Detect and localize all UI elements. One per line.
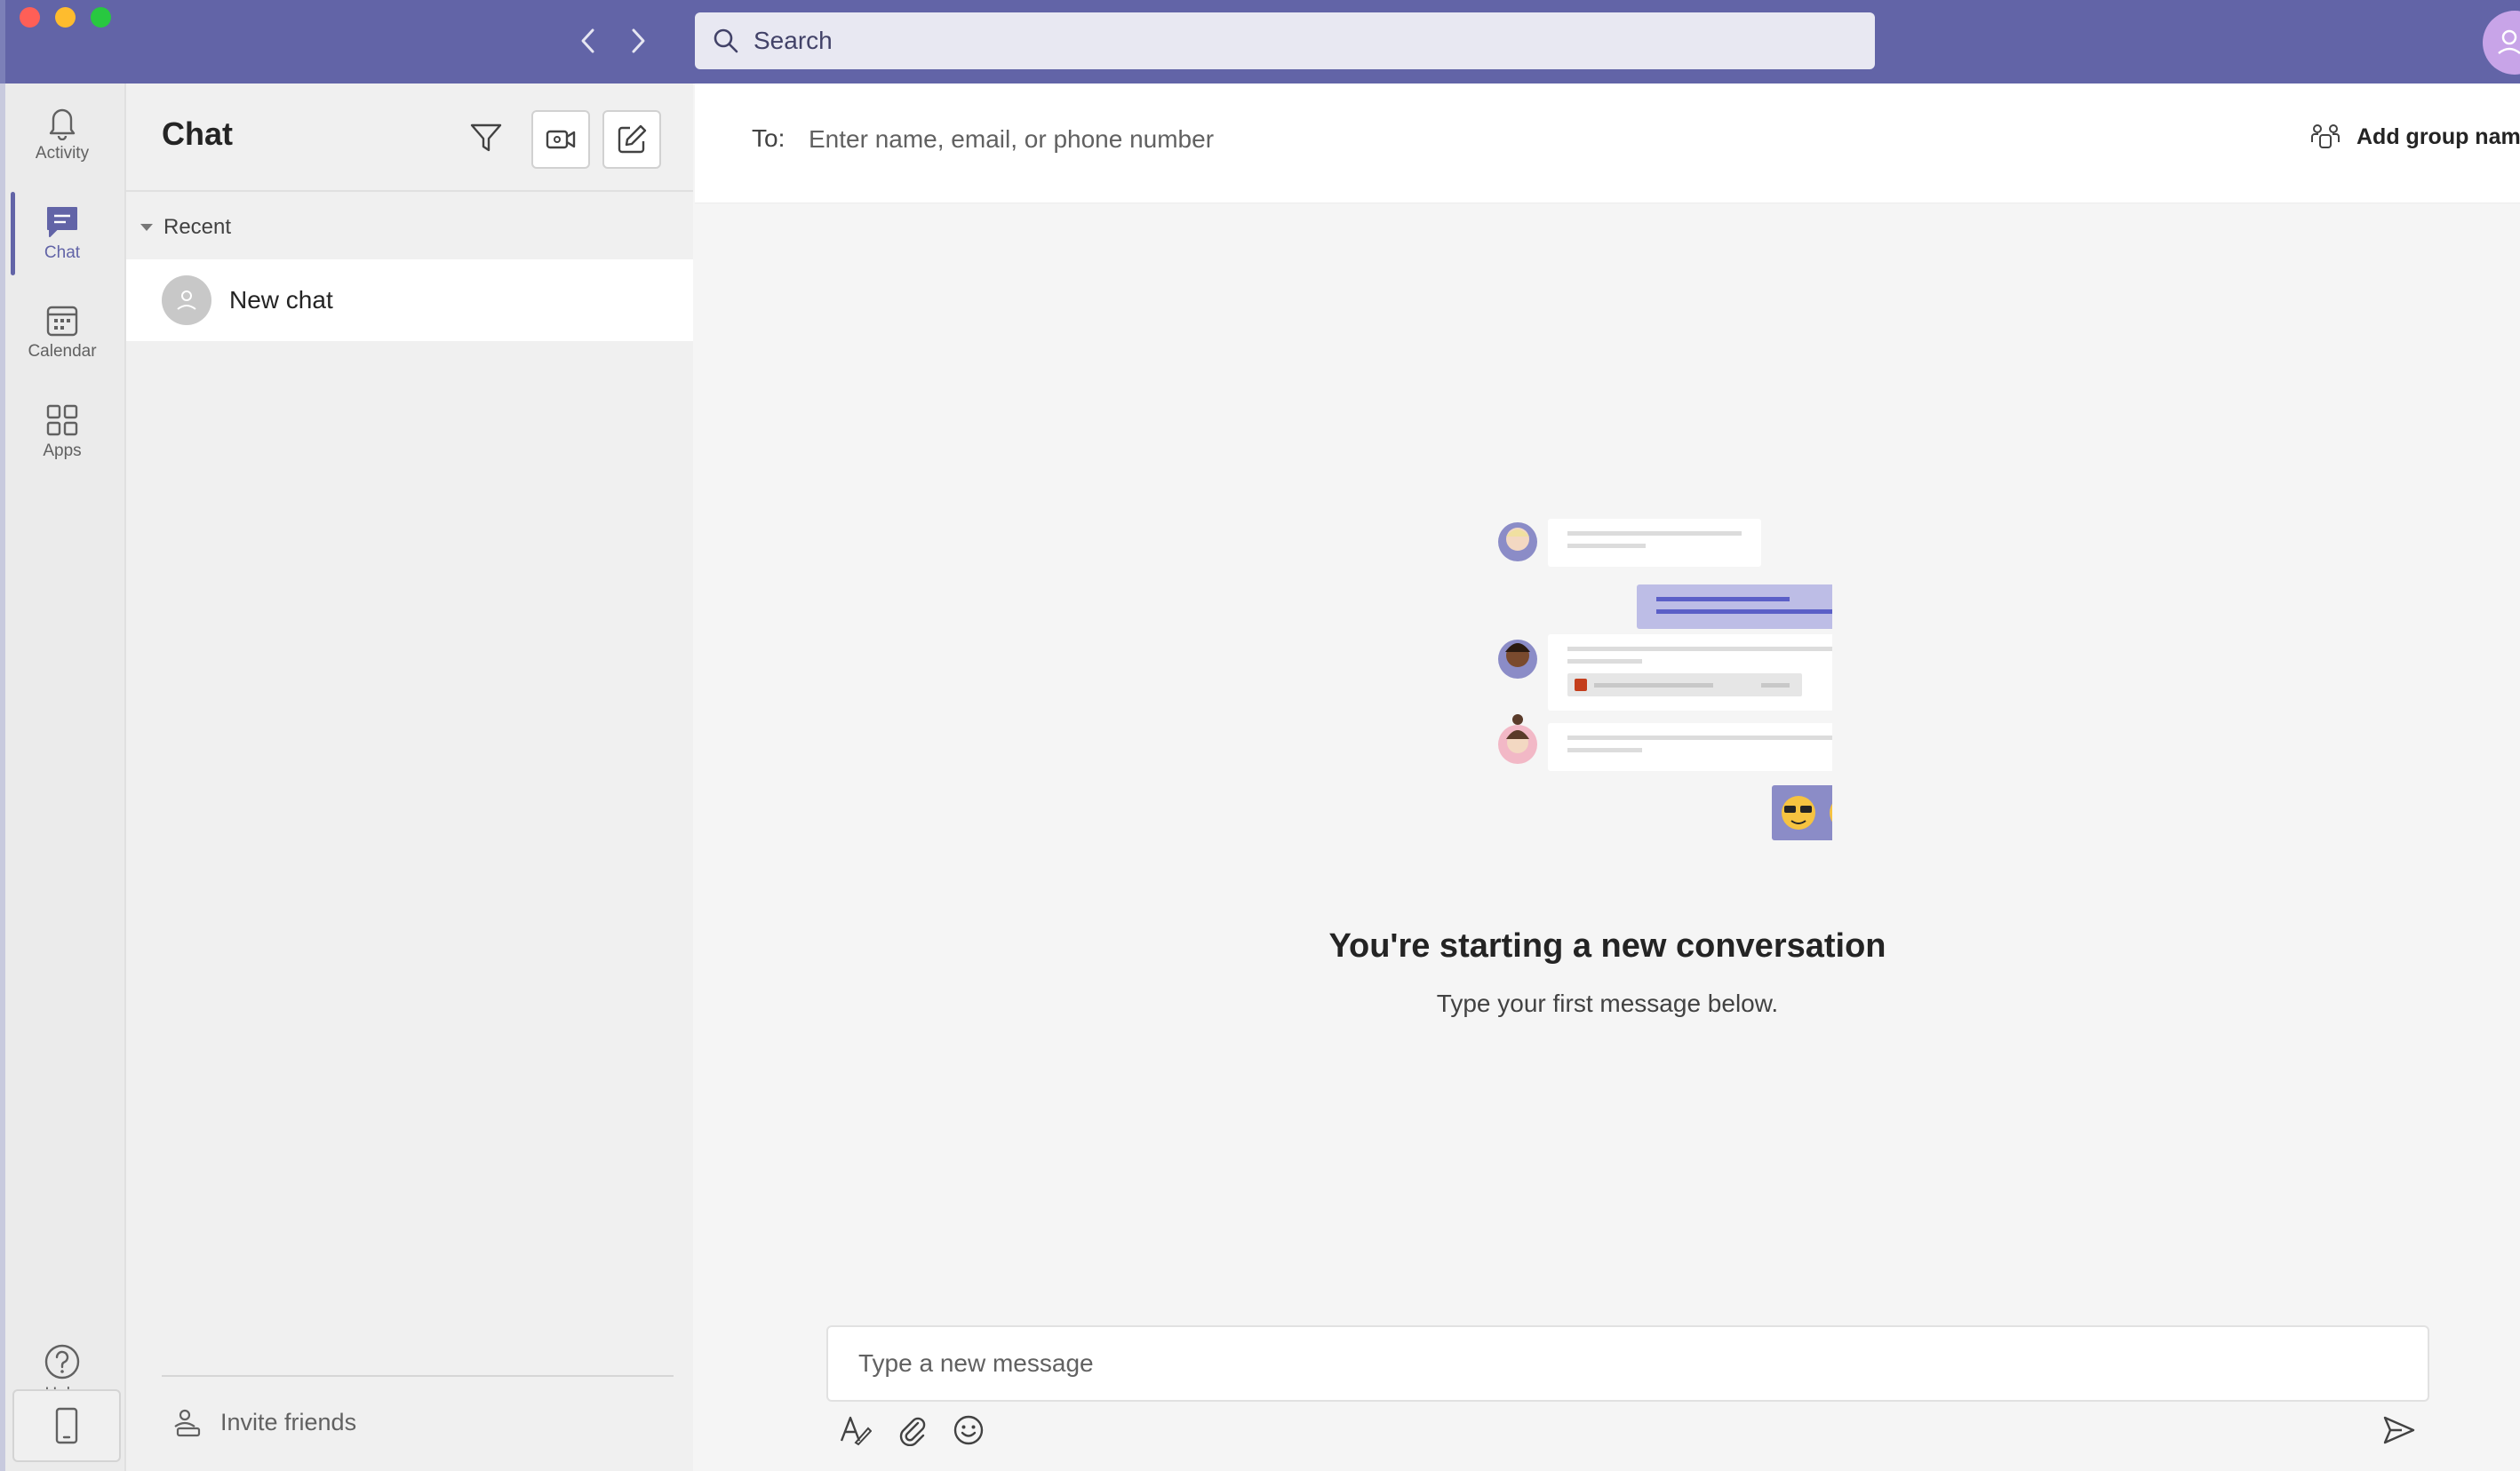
chat-pane-header: Chat: [126, 83, 693, 192]
rail-item-chat[interactable]: Chat: [0, 188, 124, 277]
search-bar[interactable]: [695, 12, 1875, 69]
section-label: Recent: [163, 215, 232, 239]
back-button[interactable]: [572, 25, 604, 57]
window-minimize-button[interactable]: [55, 7, 76, 28]
phone-icon: [55, 1407, 78, 1444]
calendar-icon: [46, 306, 78, 337]
chat-icon: [47, 207, 77, 237]
person-icon: [177, 290, 196, 310]
compose-icon: [618, 124, 647, 154]
conversation-illustration: [1498, 519, 1832, 840]
apps-icon: [46, 404, 78, 436]
chat-list-item-label: New chat: [229, 286, 333, 314]
bell-icon: [49, 108, 76, 140]
help-icon: [44, 1344, 80, 1380]
chevron-right-icon: [632, 28, 645, 53]
avatar: [162, 275, 211, 325]
caret-down-icon: [140, 224, 153, 231]
search-icon: [711, 26, 741, 56]
sent-message-illustration: [1637, 584, 1832, 629]
window-edge: [0, 0, 5, 1471]
title-bar: [0, 0, 2520, 83]
send-button[interactable]: [2380, 1411, 2419, 1450]
forward-button[interactable]: [622, 25, 654, 57]
invite-friends-button[interactable]: Invite friends: [172, 1407, 356, 1437]
group-icon: [2311, 124, 2340, 148]
format-button[interactable]: [835, 1411, 874, 1450]
message-input[interactable]: [857, 1348, 2371, 1379]
chat-list-pane: Chat Recent New chat Invite friends: [126, 83, 693, 1471]
format-text-icon: [840, 1416, 872, 1446]
conversation-area: To: Add group name: [695, 83, 2520, 1471]
rail-item-apps[interactable]: Apps: [0, 387, 124, 476]
recent-section-toggle[interactable]: Recent: [135, 215, 231, 240]
add-group-name-label: Add group name: [2357, 123, 2520, 149]
video-camera-icon: [546, 130, 576, 149]
send-icon: [2383, 1416, 2415, 1444]
invite-friends-label: Invite friends: [220, 1408, 357, 1435]
invite-people-icon: [174, 1409, 201, 1437]
emoji-button[interactable]: [949, 1411, 988, 1450]
window-close-button[interactable]: [20, 7, 40, 28]
attach-button[interactable]: [892, 1411, 931, 1450]
new-chat-button[interactable]: [602, 110, 661, 169]
filter-button[interactable]: [459, 110, 514, 165]
divider: [162, 1375, 674, 1377]
chevron-left-icon: [581, 28, 594, 53]
rail-item-activity[interactable]: Activity: [0, 89, 124, 178]
window-zoom-button[interactable]: [91, 7, 111, 28]
rail-item-label: Apps: [43, 441, 82, 460]
rail-item-label: Calendar: [28, 342, 97, 361]
rail-item-calendar[interactable]: Calendar: [0, 288, 124, 377]
message-composer[interactable]: [826, 1325, 2429, 1402]
person-icon: [2498, 29, 2520, 54]
empty-state-subtitle: Type your first message below.: [1436, 990, 1779, 1017]
app-rail: Activity Chat Calendar Apps Help: [0, 83, 126, 1471]
rail-item-label: Activity: [35, 144, 90, 163]
search-input[interactable]: [752, 26, 1822, 56]
mobile-device-button[interactable]: [12, 1389, 121, 1462]
smiley-icon: [953, 1415, 984, 1445]
chat-list-item[interactable]: New chat: [126, 259, 693, 341]
meet-now-button[interactable]: [531, 110, 590, 169]
empty-state-title: You're starting a new conversation: [1328, 927, 1886, 965]
recipient-input[interactable]: [807, 117, 1877, 162]
to-label: To:: [752, 124, 786, 152]
paperclip-icon: [899, 1417, 926, 1446]
add-group-name-button[interactable]: Add group name: [2310, 123, 2520, 151]
profile-avatar[interactable]: [2483, 11, 2520, 75]
rail-item-label: Chat: [44, 243, 81, 262]
recipient-bar: To: Add group name: [695, 83, 2520, 203]
page-title: Chat: [162, 115, 233, 152]
filter-icon: [470, 123, 502, 152]
